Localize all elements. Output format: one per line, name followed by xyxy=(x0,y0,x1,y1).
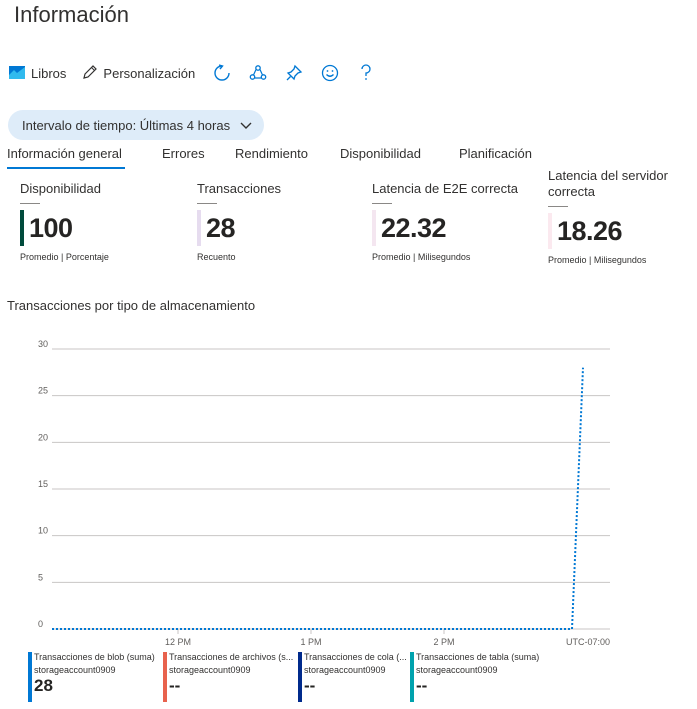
tab-planificacion[interactable]: Planificación xyxy=(459,146,532,161)
legend-account: storageaccount0909 xyxy=(34,665,116,675)
legend-value: -- xyxy=(304,676,316,695)
y-tick-label: 5 xyxy=(38,572,43,582)
metric-underline xyxy=(548,206,568,207)
metric-title: Latencia del servidor correcta xyxy=(548,168,668,199)
tab-disponibilidad[interactable]: Disponibilidad xyxy=(340,146,421,161)
smiley-icon[interactable] xyxy=(319,62,341,84)
legend-item-queue[interactable]: Transacciones de cola (... storageaccoun… xyxy=(298,652,412,704)
legend-color-stripe xyxy=(163,652,167,702)
metric-underline xyxy=(20,203,40,204)
metric-subtitle: Recuento xyxy=(197,252,236,262)
metric-underline xyxy=(372,203,392,204)
metric-value: 18.26 xyxy=(557,215,623,246)
legend-color-stripe xyxy=(410,652,414,702)
legend-series-name: Transacciones de blob (suma) xyxy=(34,652,155,662)
workbooks-button[interactable]: Libros xyxy=(8,64,66,83)
tab-informacion-general[interactable]: Información general xyxy=(7,146,125,169)
x-tick-label: 2 PM xyxy=(433,637,454,647)
legend-color-stripe xyxy=(298,652,302,702)
tab-rendimiento[interactable]: Rendimiento xyxy=(235,146,308,161)
workbooks-label: Libros xyxy=(31,65,67,81)
tab-errores[interactable]: Errores xyxy=(162,146,205,161)
legend-series-name: Transacciones de tabla (suma) xyxy=(416,652,540,662)
refresh-icon[interactable] xyxy=(211,62,233,84)
metric-e2e-latency[interactable]: Latencia de E2E correcta 22.32 Promedio … xyxy=(372,181,518,262)
help-icon[interactable] xyxy=(355,62,377,84)
legend-value: -- xyxy=(169,676,181,695)
y-tick-label: 20 xyxy=(38,432,48,442)
metric-color-bar xyxy=(20,210,24,246)
y-tick-label: 15 xyxy=(38,479,48,489)
y-tick-label: 10 xyxy=(38,526,48,536)
transactions-chart[interactable]: 0 5 10 15 20 25 30 12 PM 1 PM 2 PM UTC-07:00 xyxy=(0,335,697,651)
legend-account: storageaccount0909 xyxy=(304,665,386,675)
metric-subtitle: Promedio | Milisegundos xyxy=(548,255,647,265)
y-tick-label: 30 xyxy=(38,339,48,349)
legend-item-files[interactable]: Transacciones de archivos (s... storagea… xyxy=(163,652,297,704)
metric-value: 22.32 xyxy=(381,212,447,243)
legend-color-stripe xyxy=(28,652,32,702)
customize-button[interactable]: Personalización xyxy=(82,64,195,83)
x-tick-label: 12 PM xyxy=(165,637,191,647)
time-range-selector[interactable]: Intervalo de tiempo: Últimas 4 horas xyxy=(8,110,264,140)
x-tick-label: UTC-07:00 xyxy=(566,637,610,647)
feedback-icon[interactable] xyxy=(247,62,269,84)
chevron-down-icon xyxy=(240,118,252,133)
metric-transactions[interactable]: Transacciones 28 Recuento xyxy=(197,181,281,262)
y-tick-label: 0 xyxy=(38,619,43,629)
toolbar: Libros Personalización xyxy=(8,60,391,86)
legend-value: -- xyxy=(416,676,428,695)
metric-title: Transacciones xyxy=(197,181,282,196)
legend-account: storageaccount0909 xyxy=(416,665,498,675)
y-tick-label: 25 xyxy=(38,386,48,396)
chart-title: Transacciones por tipo de almacenamiento xyxy=(7,298,256,313)
legend-item-table[interactable]: Transacciones de tabla (suma) storageacc… xyxy=(410,652,556,704)
metric-underline xyxy=(197,203,217,204)
legend-value: 28 xyxy=(34,676,53,695)
customize-label: Personalización xyxy=(103,65,196,81)
x-tick-label: 1 PM xyxy=(300,637,321,647)
metric-value: 100 xyxy=(29,212,73,243)
metric-subtitle: Promedio | Milisegundos xyxy=(372,252,471,262)
legend-account: storageaccount0909 xyxy=(169,665,251,675)
workbook-icon xyxy=(8,64,26,83)
time-range-label: Intervalo de tiempo: Últimas 4 horas xyxy=(22,117,231,133)
series-line xyxy=(52,367,584,630)
legend-series-name: Transacciones de cola (... xyxy=(304,652,407,662)
legend-series-name: Transacciones de archivos (s... xyxy=(169,652,294,662)
metric-color-bar xyxy=(372,210,376,246)
metric-subtitle: Promedio | Porcentaje xyxy=(20,252,109,262)
metric-color-bar xyxy=(548,213,552,249)
metric-title: Latencia de E2E correcta xyxy=(372,181,518,196)
legend-item-blob[interactable]: Transacciones de blob (suma) storageacco… xyxy=(28,652,162,704)
metric-title: Disponibilidad xyxy=(20,181,101,196)
metric-value: 28 xyxy=(206,212,236,243)
pencil-icon xyxy=(82,64,98,83)
page-title: Información xyxy=(14,2,129,27)
metric-availability[interactable]: Disponibilidad 100 Promedio | Porcentaje xyxy=(20,181,109,262)
pin-icon[interactable] xyxy=(283,62,305,84)
metric-color-bar xyxy=(197,210,201,246)
metric-server-latency[interactable]: Latencia del servidor correcta 18.26 Pro… xyxy=(548,168,688,265)
